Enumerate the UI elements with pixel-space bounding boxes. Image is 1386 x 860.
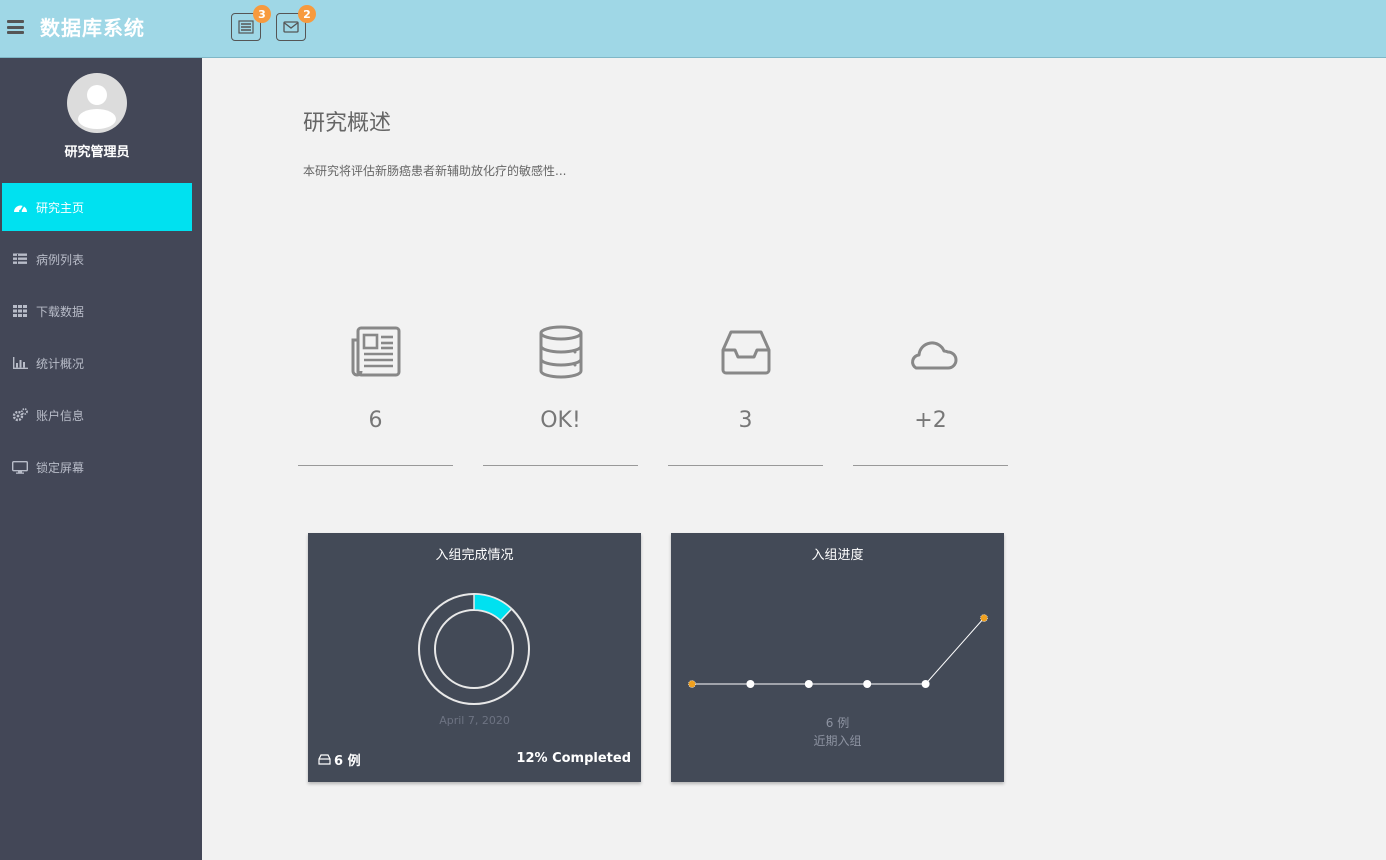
app-title: 数据库系统 <box>40 16 145 40</box>
sidebar-item-label: 账户信息 <box>36 408 85 423</box>
recent-enrollment-label: 近期入组 <box>813 734 862 748</box>
study-description: 本研究将评估新肠癌患者新辅助放化疗的敏感性... <box>303 164 567 178</box>
user-name: 研究管理员 <box>64 145 130 160</box>
data-point[interactable] <box>804 680 813 688</box>
task-list-button[interactable]: 3 <box>231 5 271 41</box>
donut-completed-slice <box>473 593 513 622</box>
sidebar-item-study-home[interactable]: 研究主页 <box>2 183 192 231</box>
data-point[interactable] <box>863 680 872 688</box>
series-line <box>692 617 985 685</box>
monitor-icon <box>12 460 28 474</box>
stat-cloud[interactable]: +2 <box>853 322 1008 466</box>
dashboard-icon <box>12 200 28 214</box>
cloud-icon <box>910 341 957 370</box>
list-icon <box>238 20 254 34</box>
stat-value: 3 <box>738 408 753 433</box>
sidebar-item-case-list[interactable]: 病例列表 <box>2 235 192 283</box>
page-title: 研究概述 <box>303 111 392 136</box>
stat-inbox[interactable]: 3 <box>668 322 823 466</box>
data-point[interactable] <box>921 680 930 688</box>
gears-icon <box>12 408 28 422</box>
top-header: 数据库系统 3 2 <box>0 0 1386 58</box>
sidebar-item-label: 统计概况 <box>36 356 85 371</box>
sidebar-item-statistics[interactable]: 统计概况 <box>2 339 192 387</box>
bar-chart-icon <box>12 356 28 370</box>
data-point[interactable] <box>746 680 755 688</box>
sidebar-nav: 研究主页 病例列表 下载数据 统计概况 账户信息 锁定屏幕 <box>2 183 192 495</box>
donut-inner-ring <box>434 609 514 689</box>
completion-percent: 12% Completed <box>516 751 631 766</box>
sidebar-item-account-info[interactable]: 账户信息 <box>2 391 192 439</box>
sidebar: 研究管理员 研究主页 病例列表 下载数据 统计概况 账户信息 锁定屏幕 <box>0 58 202 860</box>
inbox-icon <box>721 330 770 375</box>
envelope-icon <box>283 21 299 33</box>
inbox-icon <box>318 754 331 765</box>
sidebar-item-label: 锁定屏幕 <box>36 460 85 475</box>
sidebar-item-label: 研究主页 <box>36 200 85 215</box>
stat-reports[interactable]: 6 <box>298 322 453 466</box>
menu-toggle-icon[interactable] <box>7 20 24 34</box>
sidebar-item-lock-screen[interactable]: 锁定屏幕 <box>2 443 192 491</box>
avatar[interactable] <box>67 73 127 133</box>
newspaper-icon <box>351 326 400 377</box>
grid-icon <box>12 304 28 318</box>
case-count-value: 6 例 <box>334 754 361 769</box>
data-point[interactable] <box>688 680 696 688</box>
sidebar-item-label: 病例列表 <box>36 252 85 267</box>
data-point[interactable] <box>980 614 988 622</box>
completion-card: 入组完成情况 April 7, 2020 6 例 12% Completed <box>308 533 641 782</box>
stat-database[interactable]: OK! <box>483 322 638 466</box>
stat-value: OK! <box>540 408 581 433</box>
list-icon <box>12 252 28 266</box>
message-count-badge: 2 <box>298 5 316 23</box>
stat-value: +2 <box>914 408 947 433</box>
messages-button[interactable]: 2 <box>276 5 316 41</box>
progress-card: 入组进度 6 例 近期入组 <box>671 533 1004 782</box>
recent-enrollment-value: 6 例 <box>825 716 850 730</box>
stat-value: 6 <box>368 408 383 433</box>
database-icon <box>539 325 582 379</box>
user-icon <box>78 85 116 129</box>
case-count: 6 例 <box>318 750 361 769</box>
sidebar-item-download-data[interactable]: 下载数据 <box>2 287 192 335</box>
completion-donut-chart <box>418 593 530 705</box>
sidebar-item-label: 下载数据 <box>36 304 85 319</box>
task-count-badge: 3 <box>253 5 271 23</box>
enrollment-progress-chart <box>688 614 988 688</box>
chart-date: April 7, 2020 <box>439 714 510 727</box>
